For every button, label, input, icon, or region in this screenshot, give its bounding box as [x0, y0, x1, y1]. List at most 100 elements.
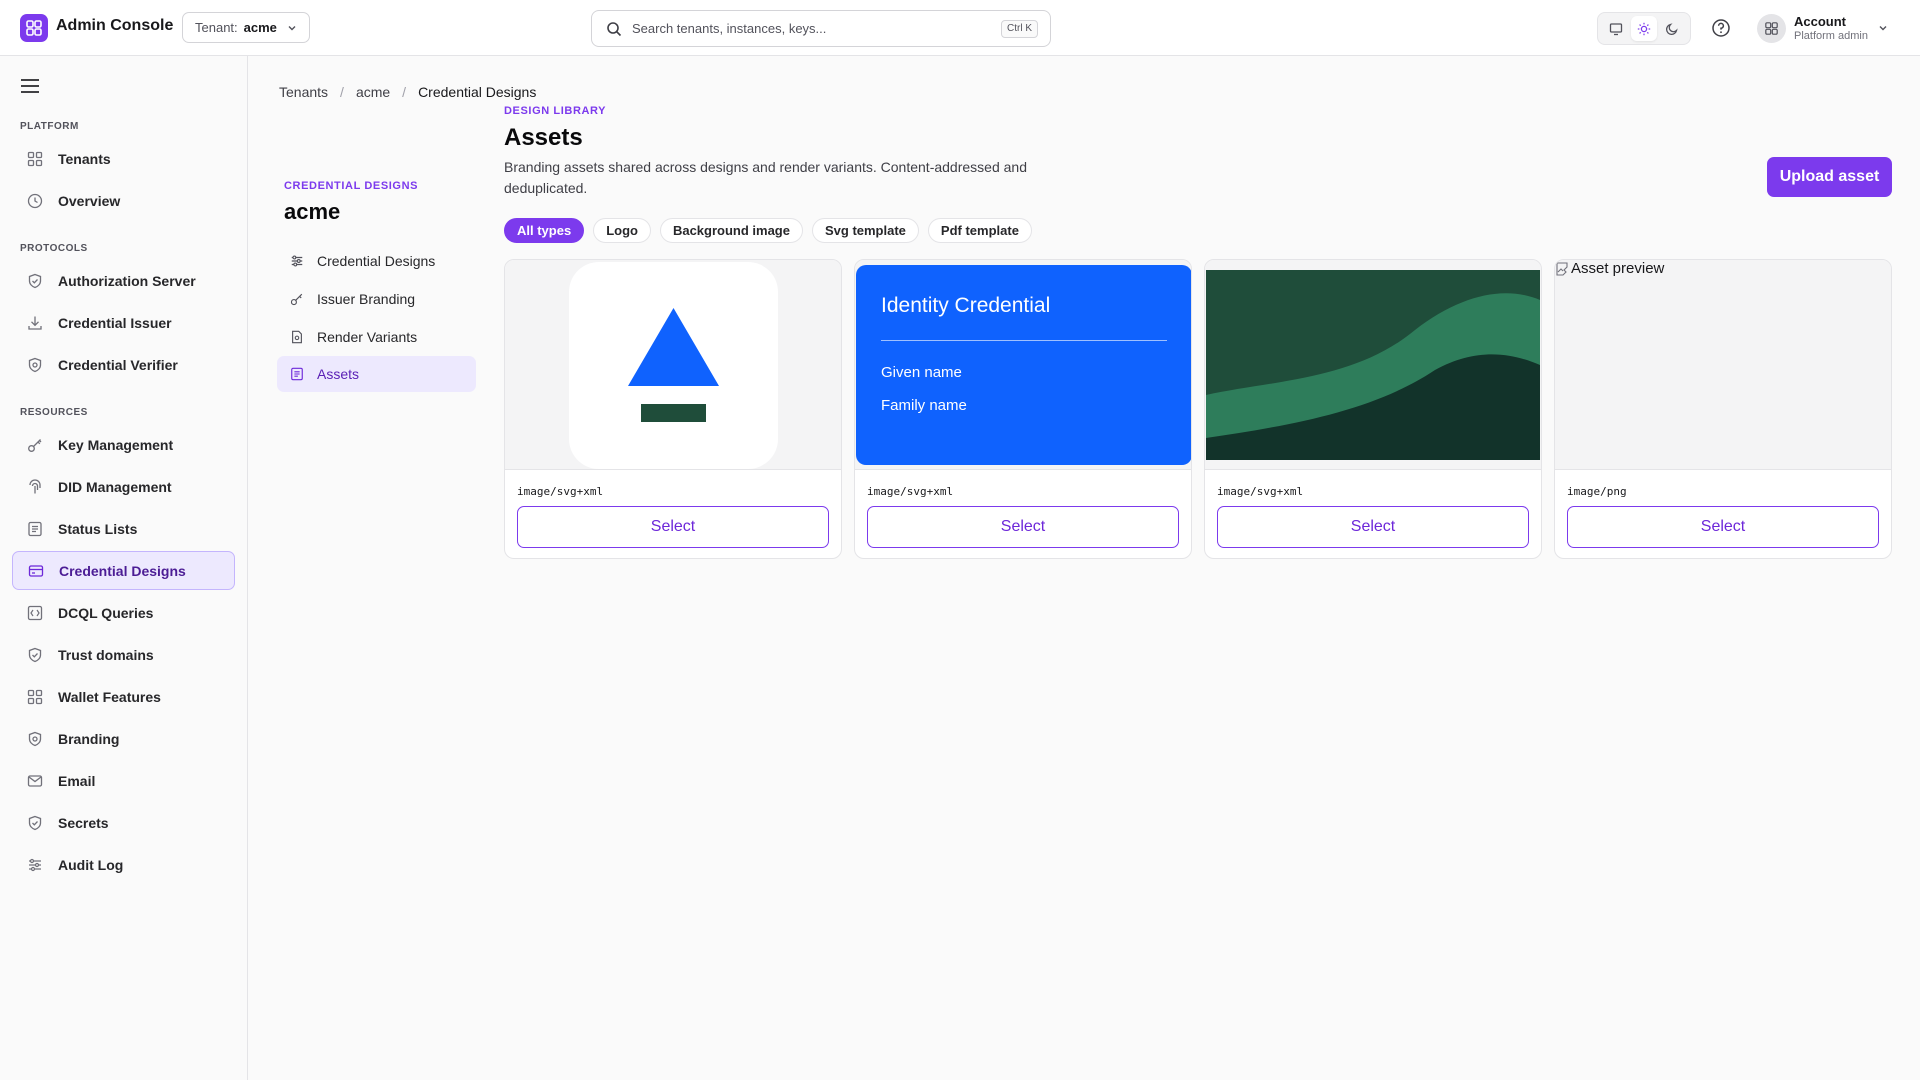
app-title[interactable]: Admin Console — [56, 17, 173, 35]
broken-image-alt-text: Asset preview — [1571, 260, 1665, 277]
sidebar-item-label: Credential Designs — [59, 562, 186, 579]
subnav-item-label: Issuer Branding — [317, 291, 416, 307]
shield-icon — [26, 272, 44, 290]
broken-image: Asset preview — [1555, 260, 1664, 277]
query-icon — [26, 604, 44, 622]
breadcrumb: Tenants / acme / Credential Designs — [279, 84, 536, 100]
sidebar: Platform Tenants Overview Protocols Auth… — [0, 56, 248, 1080]
tenant-select-label: Tenant: — [195, 20, 238, 35]
filter-chip-svg-template[interactable]: Svg template — [811, 218, 919, 243]
shield-icon — [26, 646, 44, 664]
monitor-icon[interactable] — [1603, 16, 1629, 41]
asset-card: image/svg+xml Select — [1204, 259, 1542, 559]
sidebar-item-wallet-features[interactable]: Wallet Features — [12, 677, 235, 716]
key-icon — [289, 291, 305, 307]
background-waves-image — [1206, 270, 1540, 460]
sliders-icon — [26, 856, 44, 874]
asset-preview — [505, 260, 841, 470]
avatar[interactable] — [1757, 14, 1786, 43]
sidebar-item-label: Overview — [58, 192, 121, 209]
account-name[interactable]: Account — [1794, 14, 1846, 29]
shield-icon — [26, 730, 44, 748]
chevron-down-icon[interactable] — [1878, 23, 1888, 33]
asset-mime-type: image/svg+xml — [1217, 485, 1304, 498]
breadcrumb-separator: / — [402, 84, 407, 100]
subnav-item-render-variants[interactable]: Render Variants — [277, 319, 476, 355]
sidebar-item-label: Status Lists — [58, 520, 138, 537]
sidebar-item-label: Credential Verifier — [58, 356, 178, 373]
subnav-eyebrow: CREDENTIAL DESIGNS — [284, 180, 419, 192]
breadcrumb-tenants[interactable]: Tenants — [279, 84, 328, 100]
breadcrumb-separator: / — [340, 84, 344, 100]
credential-card-field: Family name — [881, 397, 967, 414]
sidebar-item-secrets[interactable]: Secrets — [12, 803, 235, 842]
mail-icon — [26, 772, 44, 790]
credit-card-icon — [27, 562, 45, 580]
asset-mime-type: image/svg+xml — [517, 485, 604, 498]
sidebar-item-credential-issuer[interactable]: Credential Issuer — [12, 303, 235, 342]
select-asset-button[interactable]: Select — [517, 506, 829, 548]
asset-preview: Asset preview — [1555, 260, 1891, 470]
select-asset-button[interactable]: Select — [1217, 506, 1529, 548]
subnav-item-issuer-branding[interactable]: Issuer Branding — [277, 281, 476, 317]
sidebar-item-email[interactable]: Email — [12, 761, 235, 800]
sidebar-item-label: Tenants — [58, 150, 111, 167]
sidebar-item-trust-domains[interactable]: Trust domains — [12, 635, 235, 674]
app-logo-icon[interactable] — [20, 14, 48, 42]
menu-icon[interactable] — [20, 78, 40, 94]
moon-icon[interactable] — [1659, 16, 1685, 41]
sidebar-item-branding[interactable]: Branding — [12, 719, 235, 758]
sidebar-item-label: Audit Log — [58, 856, 124, 873]
sidebar-item-label: Secrets — [58, 814, 109, 831]
sidebar-item-overview[interactable]: Overview — [12, 181, 235, 220]
credential-card-divider — [881, 340, 1167, 341]
theme-toggle-group — [1597, 12, 1691, 45]
sidebar-item-label: DID Management — [58, 478, 172, 495]
sun-icon[interactable] — [1631, 16, 1657, 41]
sidebar-item-tenants[interactable]: Tenants — [12, 139, 235, 178]
asset-mime-type: image/png — [1567, 485, 1627, 498]
credential-card-preview: Identity Credential Given name Family na… — [856, 265, 1191, 465]
fingerprint-icon — [26, 478, 44, 496]
logo-tile — [569, 262, 778, 469]
broken-image-icon — [1555, 261, 1571, 277]
sidebar-item-credential-verifier[interactable]: Credential Verifier — [12, 345, 235, 384]
asset-card: Identity Credential Given name Family na… — [854, 259, 1192, 559]
filter-chip-background-image[interactable]: Background image — [659, 218, 803, 243]
select-asset-button[interactable]: Select — [1567, 506, 1879, 548]
sidebar-item-audit-log[interactable]: Audit Log — [12, 845, 235, 884]
subnav-item-credential-designs[interactable]: Credential Designs — [277, 243, 476, 279]
top-bar: Admin Console Tenant: acme Search tenant… — [0, 0, 1920, 56]
filter-chip-logo[interactable]: Logo — [593, 218, 651, 243]
sidebar-item-key-management[interactable]: Key Management — [12, 425, 235, 464]
select-asset-button[interactable]: Select — [867, 506, 1179, 548]
account-role: Platform admin — [1794, 30, 1868, 42]
search-shortcut-badge: Ctrl K — [1001, 20, 1038, 38]
tenant-select[interactable]: Tenant: acme — [182, 12, 310, 43]
sidebar-item-credential-designs[interactable]: Credential Designs — [12, 551, 235, 590]
sidebar-section-resources: Resources — [20, 407, 88, 418]
subnav-item-assets[interactable]: Assets — [277, 356, 476, 392]
asset-preview — [1205, 260, 1541, 470]
filter-chip-all-types[interactable]: All types — [504, 218, 585, 243]
sidebar-item-authorization-server[interactable]: Authorization Server — [12, 261, 235, 300]
key-icon — [26, 436, 44, 454]
sidebar-item-dcql-queries[interactable]: DCQL Queries — [12, 593, 235, 632]
grid-icon — [26, 688, 44, 706]
asset-mime-type: image/svg+xml — [867, 485, 954, 498]
sidebar-item-label: Trust domains — [58, 646, 154, 663]
sidebar-item-status-lists[interactable]: Status Lists — [12, 509, 235, 548]
sidebar-item-label: Credential Issuer — [58, 314, 172, 331]
breadcrumb-current: Credential Designs — [418, 84, 537, 100]
upload-asset-button[interactable]: Upload asset — [1767, 157, 1892, 197]
help-icon[interactable] — [1711, 18, 1731, 38]
filter-chip-pdf-template[interactable]: Pdf template — [927, 218, 1032, 243]
logo-mark-icon — [628, 308, 719, 422]
sidebar-item-did-management[interactable]: DID Management — [12, 467, 235, 506]
sidebar-item-label: Authorization Server — [58, 272, 196, 289]
search-input[interactable]: Search tenants, instances, keys... Ctrl … — [591, 10, 1051, 47]
shield-check-icon — [26, 356, 44, 374]
breadcrumb-acme[interactable]: acme — [356, 84, 390, 100]
page-description: Branding assets shared across designs an… — [504, 159, 1027, 196]
sliders-icon — [289, 253, 305, 269]
